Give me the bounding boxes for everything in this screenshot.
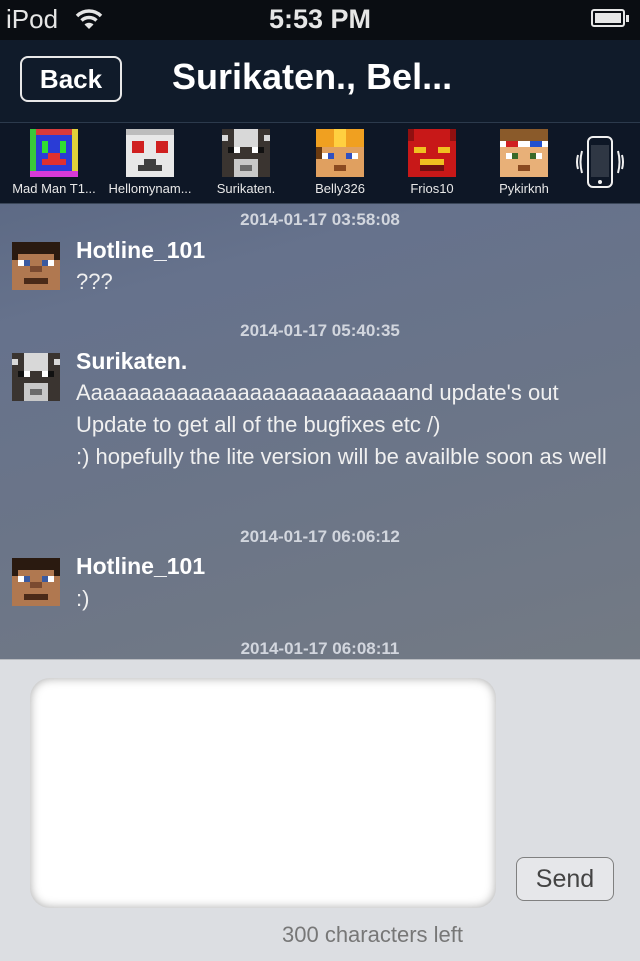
participant-name: Hellomynam... — [108, 181, 192, 196]
participant-name: Frios10 — [410, 181, 454, 196]
compose-area: Send 300 characters left — [0, 659, 640, 961]
characters-left-label: 300 characters left — [282, 922, 463, 947]
participant-name: Belly326 — [315, 181, 365, 196]
battery-fill — [595, 13, 621, 23]
battery-icon — [591, 9, 629, 27]
status-time: 5:53 PM — [268, 4, 372, 34]
status-bar: iPod 5:53 PM — [0, 0, 640, 40]
message-timestamp: 2014-01-17 03:58:08 — [240, 210, 400, 229]
participants-strip: Mad Man T1... Hellomynam... Surikaten. B… — [0, 123, 640, 204]
cow-avatar-icon — [222, 129, 270, 177]
participant-surikaten[interactable]: Surikaten. — [198, 129, 294, 196]
cow-avatar-icon — [12, 353, 60, 401]
participant-hellomyname[interactable]: Hellomynam... — [102, 129, 198, 196]
white-ghast-avatar-icon — [126, 129, 174, 177]
chat-messages[interactable]: 2014-01-17 03:58:08 Hotline_101 ??? 2014… — [0, 204, 640, 659]
hardhat-avatar-icon — [316, 129, 364, 177]
participant-belly326[interactable]: Belly326 — [292, 129, 388, 196]
message-text: :) — [76, 586, 90, 611]
red-demon-avatar-icon — [408, 129, 456, 177]
page-title: Surikaten., Bel... — [172, 56, 453, 97]
participant-frios10[interactable]: Frios10 — [384, 129, 480, 196]
participant-name: Mad Man T1... — [12, 181, 96, 196]
participant-pykirknh[interactable]: Pykirknh — [476, 129, 572, 196]
message-text: Aaaaaaaaaaaaaaaaaaaaaaaaaaand update's o… — [76, 380, 607, 469]
steve-avatar-icon — [12, 558, 60, 606]
message-timestamp: 2014-01-17 06:08:11 — [240, 639, 400, 658]
nav-bar: Back Surikaten., Bel... — [0, 40, 640, 123]
3d-glasses-avatar-icon — [500, 129, 548, 177]
vibrate-phone-icon[interactable] — [576, 135, 624, 189]
back-button[interactable]: Back — [20, 56, 122, 102]
participant-name: Pykirknh — [499, 181, 549, 196]
message-sender: Hotline_101 — [76, 553, 206, 579]
blue-creeper-avatar-icon — [30, 129, 78, 177]
message-sender: Hotline_101 — [76, 237, 206, 263]
message-timestamp: 2014-01-17 06:06:12 — [240, 527, 400, 546]
message-timestamp: 2014-01-17 05:40:35 — [240, 321, 400, 340]
participant-mad-man[interactable]: Mad Man T1... — [6, 129, 102, 196]
steve-avatar-icon — [12, 242, 60, 290]
message-input[interactable] — [30, 678, 496, 908]
send-button[interactable]: Send — [516, 857, 614, 901]
message-sender: Surikaten. — [76, 348, 188, 374]
message-text: ??? — [76, 269, 113, 294]
participant-name: Surikaten. — [216, 181, 276, 196]
